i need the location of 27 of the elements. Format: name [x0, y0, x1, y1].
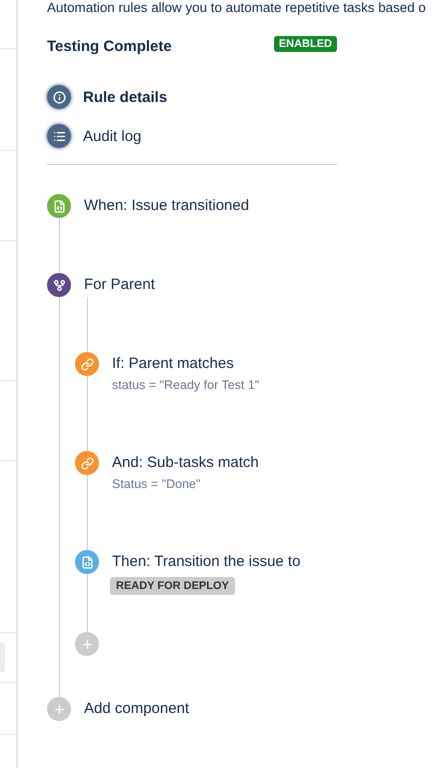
- component-title[interactable]: For Parent: [84, 273, 445, 297]
- menu-label: Rule details: [83, 88, 168, 106]
- component-title[interactable]: If: Parent matches: [112, 352, 445, 376]
- component-title[interactable]: And: Sub-tasks match: [112, 451, 445, 475]
- list-icon: [52, 130, 66, 142]
- add-button[interactable]: [75, 632, 99, 656]
- link-icon: [80, 456, 94, 470]
- add-component-link[interactable]: Add component: [84, 697, 445, 721]
- add-button[interactable]: [47, 697, 71, 721]
- plus-icon: [80, 638, 94, 650]
- file-code-icon: [80, 556, 94, 568]
- plus-icon: [52, 702, 66, 716]
- component-detail: Status = "Done": [112, 476, 202, 493]
- status-lozenge: READY FOR DEPLOY: [110, 577, 235, 595]
- info-icon: [52, 90, 66, 104]
- menu-item[interactable]: Audit log: [47, 124, 445, 148]
- description-text: Automation rules allow you to automate repetitive tasks based o: [47, 0, 427, 16]
- rule-title: Testing Complete: [47, 38, 172, 55]
- status-badge: ENABLED: [274, 36, 337, 52]
- menu-item[interactable]: Rule details: [47, 85, 445, 109]
- component-detail: status = "Ready for Test 1": [112, 377, 260, 394]
- component-title[interactable]: When: Issue transitioned: [84, 194, 445, 218]
- file-code-icon: [52, 200, 66, 212]
- link-icon: [80, 358, 94, 370]
- component-title[interactable]: Then: Transition the issue to: [112, 550, 445, 574]
- branch-icon: [52, 278, 66, 292]
- menu-label: Audit log: [83, 128, 142, 144]
